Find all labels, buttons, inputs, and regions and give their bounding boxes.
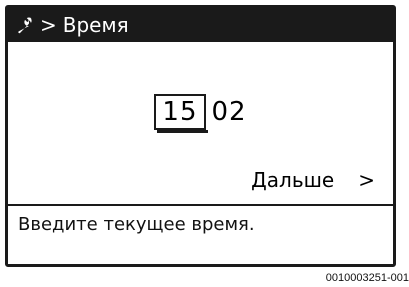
next-label: Дальше bbox=[251, 168, 335, 192]
chevron-right-icon: > bbox=[358, 168, 375, 192]
hint-text: Введите текущее время. bbox=[18, 214, 255, 235]
hours-field[interactable]: 15 bbox=[154, 94, 208, 133]
device-screen: > Время 15 02 Дальше > Введите текущее в… bbox=[5, 5, 396, 267]
document-id: 0010003251-001 bbox=[325, 272, 409, 284]
header-bar: > Время bbox=[8, 8, 393, 42]
divider bbox=[8, 204, 393, 206]
time-input-row: 15 02 bbox=[8, 94, 393, 133]
breadcrumb: > Время bbox=[40, 13, 129, 37]
wrench-icon bbox=[18, 17, 32, 34]
minutes-field[interactable]: 02 bbox=[212, 98, 247, 126]
page-title: Время bbox=[62, 13, 129, 37]
breadcrumb-separator: > bbox=[40, 13, 57, 37]
next-button[interactable]: Дальше > bbox=[251, 168, 375, 192]
